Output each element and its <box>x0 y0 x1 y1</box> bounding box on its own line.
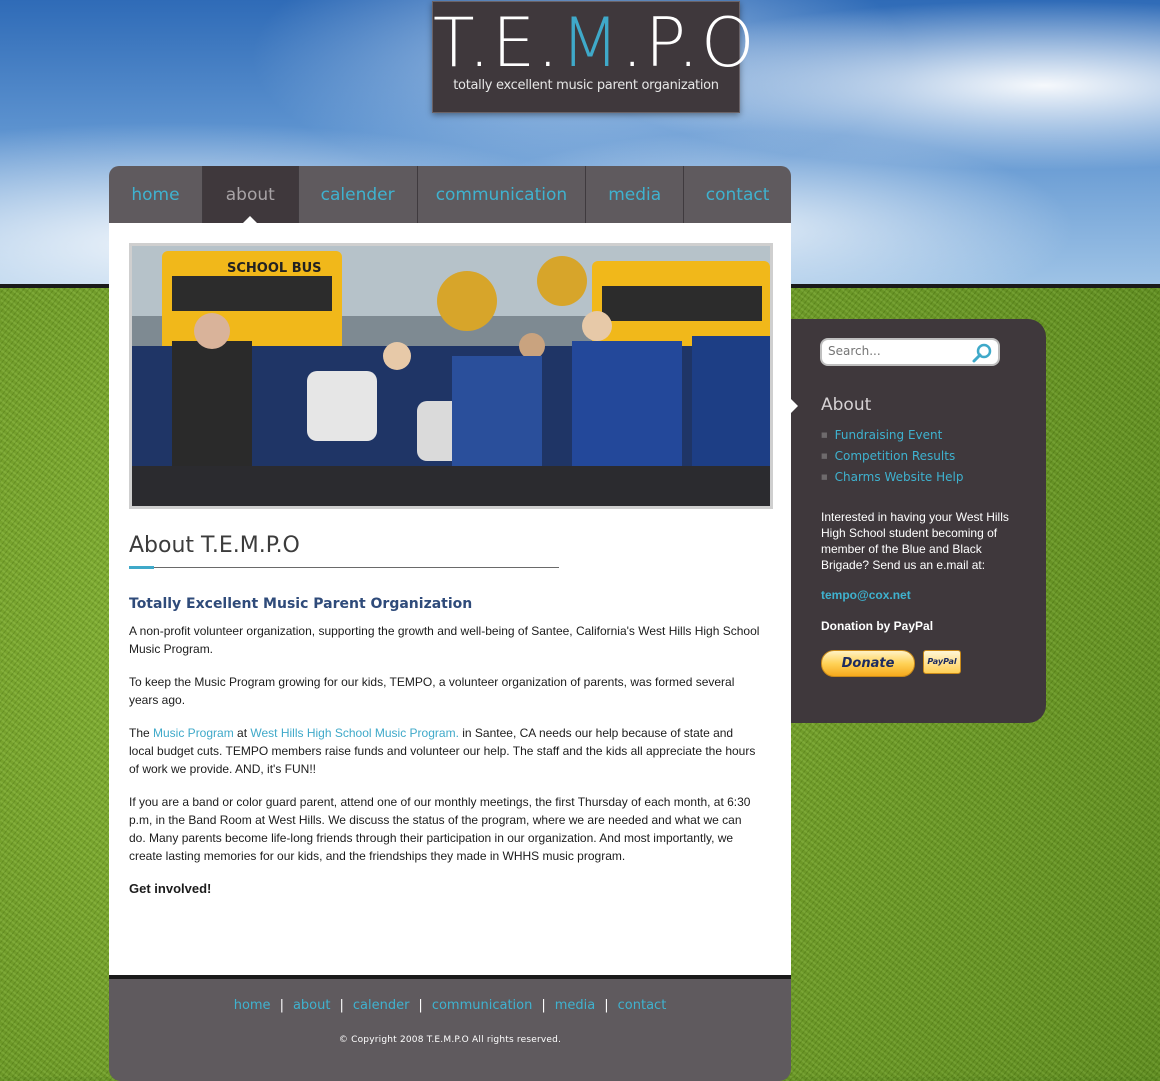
nav-home[interactable]: home <box>109 166 203 223</box>
footer-link-calender[interactable]: calender <box>344 998 419 1013</box>
page-title: About T.E.M.P.O <box>129 533 300 558</box>
site-logo[interactable]: T.E.M.P.O totally excellent music parent… <box>432 1 757 113</box>
contact-email-link[interactable]: tempo@cox.net <box>821 588 911 602</box>
paragraph-history: To keep the Music Program growing for ou… <box>129 675 735 707</box>
sidebar-link-charms-help[interactable]: Charms Website Help <box>821 467 964 488</box>
nav-about[interactable]: about <box>202 166 299 223</box>
paragraph-meetings: If you are a band or color guard parent,… <box>129 795 751 863</box>
nav-calender[interactable]: calender <box>299 166 418 223</box>
paragraph-program: The Music Program at West Hills High Sch… <box>129 726 756 776</box>
footer-nav: home | about | calender | communication | media |… <box>109 998 791 1013</box>
sidebar-link-fundraising[interactable]: Fundraising Event <box>821 425 963 446</box>
call-to-action: Get involved! <box>129 881 212 896</box>
paragraph-intro: A non-profit volunteer organization, sup… <box>129 624 760 656</box>
footer-link-media[interactable]: media <box>546 998 605 1013</box>
title-underline-accent <box>129 566 154 569</box>
section-subheading: Totally Excellent Music Parent Organizat… <box>129 596 473 612</box>
whhs-music-program-link[interactable]: West Hills High School Music Program. <box>250 726 459 740</box>
footer: home | about | calender | communication | media |… <box>109 975 791 1081</box>
logo-subtitle: totally excellent music parent organizat… <box>453 78 719 93</box>
footer-link-communication[interactable]: communication <box>423 998 542 1013</box>
paypal-logo: PayPal <box>923 650 961 674</box>
hero-bus-label: SCHOOL BUS <box>227 261 322 276</box>
copyright: © Copyright 2008 T.E.M.P.O All rights re… <box>338 1035 562 1045</box>
sidebar-pointer <box>791 399 798 413</box>
nav-communication[interactable]: communication <box>418 166 587 223</box>
logo-title: T.E.M.P.O <box>433 4 757 83</box>
sidebar-link-competition-results[interactable]: Competition Results <box>821 446 963 467</box>
donate-button[interactable]: Donate <box>821 650 915 677</box>
footer-link-contact[interactable]: contact <box>609 998 676 1013</box>
sidebar-info-text: Interested in having your West Hills Hig… <box>821 510 1009 572</box>
footer-link-home[interactable]: home <box>225 998 280 1013</box>
main-content: SCHOOL BUS About T.E.M.P.O Totally Excel… <box>109 223 791 975</box>
donation-label: Donation by PayPal <box>821 619 934 633</box>
sidebar-heading: About <box>821 395 872 415</box>
nav-media[interactable]: media <box>586 166 685 223</box>
search-box <box>820 338 1000 366</box>
search-input[interactable] <box>828 344 968 358</box>
main-nav: home about calender communication media … <box>109 166 791 223</box>
footer-link-about[interactable]: about <box>284 998 340 1013</box>
nav-contact[interactable]: contact <box>684 166 791 223</box>
hero-photo: SCHOOL BUS <box>129 243 773 509</box>
music-program-link[interactable]: Music Program <box>153 726 234 740</box>
about-body: Totally Excellent Music Parent Organizat… <box>129 595 761 913</box>
search-icon[interactable] <box>971 342 993 364</box>
sidebar: About Fundraising Event Competition Resu… <box>791 319 1046 723</box>
sidebar-links: Fundraising Event Competition Results Ch… <box>821 425 964 488</box>
title-underline <box>129 567 559 568</box>
